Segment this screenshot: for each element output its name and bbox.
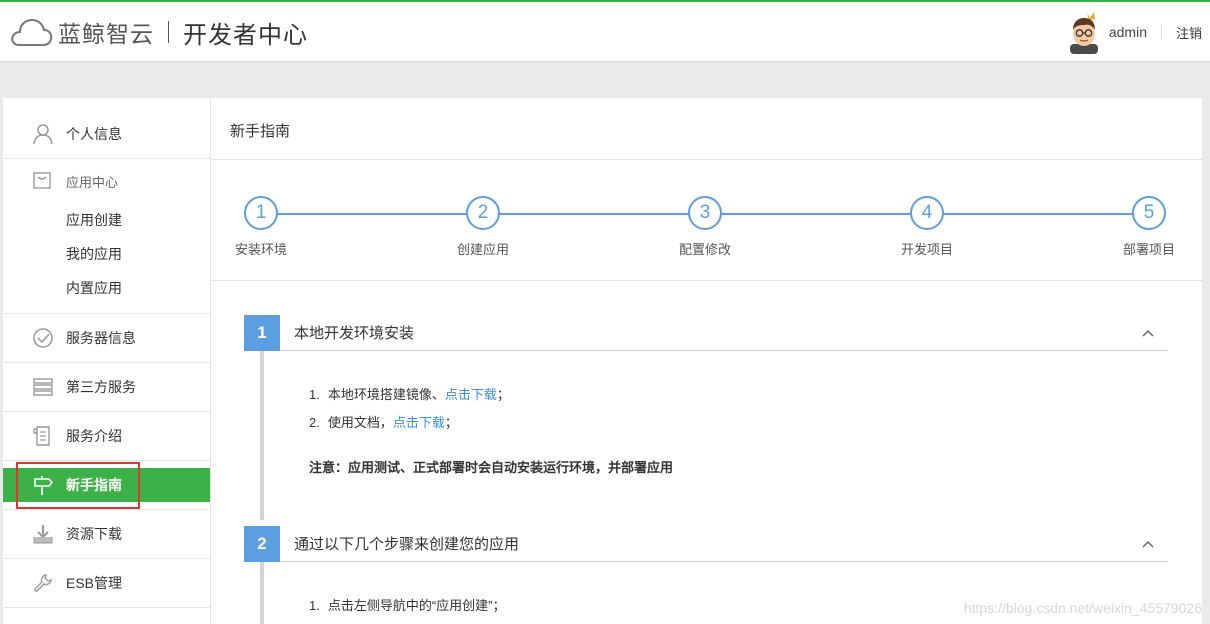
section-body: 1. 本地环境搭建镜像、点击下载； 2. 使用文档，点击下载； 注意：应用测试、正式…	[244, 351, 1168, 476]
logout-button[interactable]: 注销	[1176, 23, 1202, 42]
highlight-annotation-box	[16, 462, 140, 509]
sidebar-item-service-intro[interactable]: 服务介绍	[3, 412, 210, 461]
section-note: 注意：应用测试、正式部署时会自动安装运行环境，并部署应用	[309, 460, 674, 475]
download-link[interactable]: 点击下载	[393, 415, 445, 430]
list-number: 1.	[309, 598, 320, 613]
guide-section-1: 1 本地开发环境安装 1. 本地环境搭建镜像、点击下载； 2. 使用文档，点击下载；…	[244, 314, 1168, 476]
step-number: 4	[910, 196, 944, 230]
sidebar-group-header[interactable]: 应用中心	[3, 159, 210, 203]
top-header: 蓝鲸智云 开发者中心 admin 注销	[0, 0, 1210, 62]
page-title: 新手指南	[211, 98, 1202, 160]
list-text: 本地环境搭建镜像、	[327, 387, 445, 402]
sidebar: 个人信息 应用中心 应用创建 我的应用 内置应用 服务器信息 第三方服务 服务介…	[3, 98, 211, 624]
sidebar-item-downloads[interactable]: 资源下载	[3, 510, 210, 559]
wrench-icon	[31, 571, 55, 595]
sidebar-item-builtin-apps[interactable]: 内置应用	[3, 271, 210, 305]
step-number: 3	[688, 196, 722, 230]
section-title: 本地开发环境安装	[294, 325, 415, 342]
list-number: 1.	[309, 387, 320, 402]
list-suffix: ；	[496, 387, 510, 402]
step-4[interactable]: 4 开发项目	[887, 196, 967, 258]
sidebar-item-third-party[interactable]: 第三方服务	[3, 363, 210, 412]
sidebar-item-label: 个人信息	[66, 126, 122, 142]
list-item: 2. 使用文档，点击下载；	[309, 409, 1168, 437]
logo-divider	[168, 21, 169, 43]
sidebar-item-app-create[interactable]: 应用创建	[3, 203, 210, 237]
step-3[interactable]: 3 配置修改	[665, 196, 745, 258]
bag-icon	[31, 169, 55, 193]
brand-name: 蓝鲸智云	[58, 21, 154, 47]
download-link[interactable]: 点击下载	[445, 387, 497, 402]
list-number: 2.	[309, 415, 320, 430]
section-number: 1	[244, 314, 280, 351]
check-circle-icon	[31, 326, 55, 350]
step-number: 5	[1132, 196, 1166, 230]
list-text: 使用文档，	[327, 415, 393, 430]
step-2[interactable]: 2 创建应用	[443, 196, 523, 258]
progress-steps: 1 安装环境 2 创建应用 3 配置修改 4 开发项目 5 部署项目	[211, 160, 1202, 281]
sidebar-item-label: ESB管理	[66, 575, 123, 591]
step-5[interactable]: 5 部署项目	[1109, 196, 1189, 258]
step-number: 1	[244, 196, 278, 230]
scroll-icon	[31, 424, 55, 448]
avatar[interactable]	[1067, 10, 1101, 54]
user-divider	[1160, 24, 1162, 40]
server-stack-icon	[31, 375, 55, 399]
sidebar-item-label: 服务器信息	[66, 330, 136, 346]
list-item: 1. 本地环境搭建镜像、点击下载；	[309, 381, 1168, 409]
sidebar-group-app-center: 应用中心 应用创建 我的应用 内置应用	[3, 159, 210, 314]
sidebar-item-label: 资源下载	[66, 526, 122, 542]
user-area: admin 注销	[1067, 8, 1202, 56]
step-1[interactable]: 1 安装环境	[221, 196, 301, 258]
step-number: 2	[466, 196, 500, 230]
main-panel: 新手指南 1 安装环境 2 创建应用 3 配置修改 4 开发项目 5 部署项目 …	[211, 98, 1202, 624]
chevron-up-icon[interactable]	[1138, 534, 1158, 554]
list-suffix: ；	[444, 415, 458, 430]
username[interactable]: admin	[1109, 24, 1147, 40]
sidebar-item-label: 第三方服务	[66, 379, 136, 395]
sidebar-group-label: 应用中心	[66, 174, 119, 190]
logo[interactable]: 蓝鲸智云 开发者中心	[10, 14, 308, 50]
step-label: 创建应用	[456, 242, 509, 257]
step-label: 配置修改	[678, 242, 731, 257]
watermark: https://blog.csdn.net/weixin_45579026	[963, 600, 1202, 616]
sidebar-item-personal[interactable]: 个人信息	[3, 98, 210, 159]
sidebar-item-label: 服务介绍	[66, 428, 122, 444]
sidebar-item-esb[interactable]: ESB管理	[3, 559, 210, 608]
step-label: 部署项目	[1122, 242, 1175, 257]
page-subtitle: 开发者中心	[183, 21, 308, 49]
section-header[interactable]: 2 通过以下几个步骤来创建您的应用	[244, 525, 1168, 562]
download-icon	[31, 522, 55, 546]
sidebar-item-my-apps[interactable]: 我的应用	[3, 237, 210, 271]
cloud-logo-icon	[11, 18, 53, 46]
step-label: 安装环境	[234, 242, 287, 257]
step-label: 开发项目	[900, 242, 953, 257]
list-text: 点击左侧导航中的“应用创建”；	[327, 598, 506, 613]
sidebar-item-server-info[interactable]: 服务器信息	[3, 314, 210, 363]
section-header[interactable]: 1 本地开发环境安装	[244, 314, 1168, 351]
section-number: 2	[244, 525, 280, 562]
section-title: 通过以下几个步骤来创建您的应用	[294, 536, 520, 553]
chevron-up-icon[interactable]	[1138, 323, 1158, 343]
user-icon	[31, 122, 55, 146]
